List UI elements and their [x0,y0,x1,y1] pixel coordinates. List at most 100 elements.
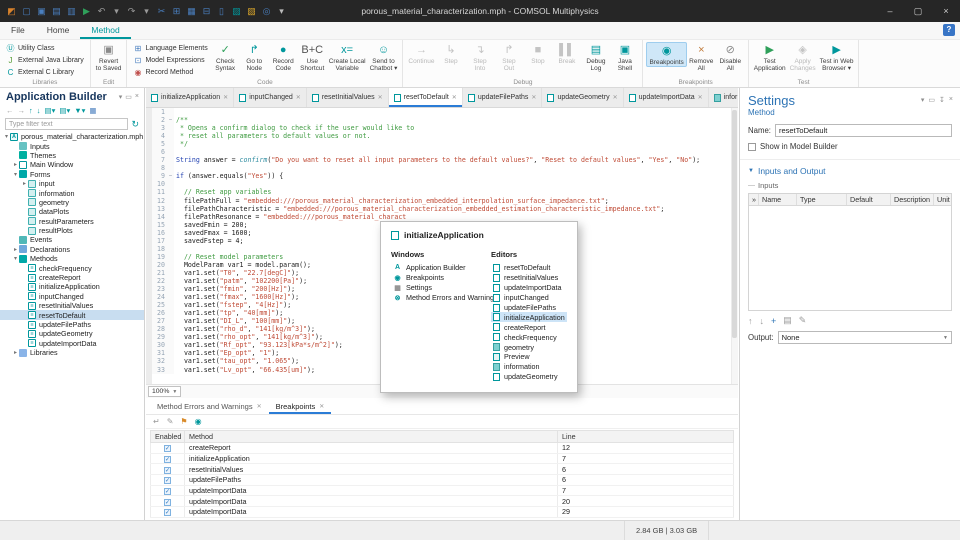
table-row[interactable]: ✓updateImportData29 [151,507,734,518]
test-application-button[interactable]: ▶Test Application [752,42,788,73]
add-input-icon[interactable]: + [771,316,776,326]
close-tab-icon[interactable]: ✕ [378,94,383,101]
collapse-arrow-icon[interactable]: ▾ [3,133,10,140]
refresh-icon[interactable]: ↻ [131,119,139,130]
table-row[interactable]: ✓updateImportData7 [151,485,734,496]
tree-item-inputchanged[interactable]: ≡inputChanged [0,292,144,301]
checkbox-checked-icon[interactable]: ✓ [164,477,171,484]
goto-source-icon[interactable]: ↵ [153,417,160,426]
table-row[interactable]: ✓updateImportData20 [151,496,734,507]
column-header-name[interactable]: Name [759,194,797,205]
expand-arrow-icon[interactable]: ▸ [12,349,19,356]
show-options-icon[interactable]: ▤▾ [45,106,56,115]
tree-item-information[interactable]: information [0,188,144,197]
model-builder-icon[interactable]: ▨ [230,0,243,22]
close-tab-icon[interactable]: ✕ [223,94,228,101]
window-settings[interactable]: ▦Settings [391,283,491,293]
edit-condition-icon[interactable]: ✎ [167,417,174,426]
expand-arrow-icon[interactable]: ▸ [21,180,28,187]
collapse-options-icon[interactable]: ▤▾ [59,106,70,115]
window-application-builder[interactable]: AApplication Builder [391,263,491,273]
tree-item-main-window[interactable]: ▸Main Window [0,160,144,169]
tree-item-geometry[interactable]: geometry [0,198,144,207]
editor-item-createreport[interactable]: createReport [491,322,567,332]
copy-icon[interactable]: ⊞ [170,0,183,22]
filter-input[interactable] [5,118,128,130]
expand-arrow-icon[interactable]: ▸ [12,161,19,168]
editor-tab-updategeometry[interactable]: updateGeometry✕ [542,88,623,107]
fold-marker-icon[interactable]: − [167,116,174,124]
disable-all-button[interactable]: ⊘Disable All [716,42,745,73]
checkbox-checked-icon[interactable]: ✓ [164,456,171,463]
zoom-extents-icon[interactable]: ◎ [260,0,273,22]
new-file-icon[interactable]: ▢ [20,0,33,22]
bottom-tab-breakpoints[interactable]: Breakpoints✕ [269,398,332,414]
ribbon-tab-method[interactable]: Method [80,22,130,39]
go-to-model-builder-icon[interactable]: ▦ [89,106,96,115]
table-row[interactable]: ✓updateFilePaths6 [151,475,734,486]
tree-item-inputs[interactable]: Inputs [0,141,144,150]
create-local-variable-button[interactable]: x=Create Local Variable [327,42,368,73]
table-row[interactable]: ✓createReport12 [151,443,734,454]
zoom-control[interactable]: 100% ▼ [148,386,181,397]
checkbox-checked-icon[interactable]: ✓ [164,499,171,506]
column-header-unit[interactable]: Unit [934,194,951,205]
remove-all-button[interactable]: ×Remove All [687,42,716,73]
save-icon[interactable]: ▤ [50,0,63,22]
ribbon-tab-home[interactable]: Home [36,22,81,39]
editor-tab-infor[interactable]: infor✕ [709,88,738,107]
float-settings-icon[interactable]: ▭ [928,96,935,104]
tree-item-porous-material-characterization-mph-root[interactable]: ▾Aporous_material_characterization.mph (… [0,132,144,141]
send-to-chatbot-button[interactable]: ☺Send to Chatbot ▾ [368,42,400,73]
window-method-errors[interactable]: ⊗Method Errors and Warnings [391,293,491,303]
checkbox-checked-icon[interactable]: ✓ [164,467,171,474]
scrollbar-thumb[interactable] [732,110,737,338]
help-button[interactable]: ? [943,24,955,36]
output-select[interactable]: None ▼ [778,331,952,344]
external-java-library-button[interactable]: JExternal Java Library [3,54,87,66]
filter-icon[interactable]: ▼▾ [74,106,85,115]
test-in-web-browser-button[interactable]: ▶Test in Web Browser ▾ [818,42,856,73]
close-button[interactable]: × [932,0,960,22]
editor-item-geometry[interactable]: geometry [491,342,567,352]
collapse-settings-icon[interactable]: ▾ [921,96,925,104]
method-name-field[interactable] [775,124,952,137]
duplicate-icon[interactable]: ⊟ [200,0,213,22]
table-row[interactable]: ✓initializeApplication7 [151,453,734,464]
show-in-model-builder-checkbox[interactable] [748,143,756,151]
undo-chevron-icon[interactable]: ▾ [110,0,123,22]
tree-item-resettodefault[interactable]: ≡resetToDefault [0,310,144,319]
editor-tab-resettodefault[interactable]: resetToDefault✕ [389,88,463,107]
collapse-panel-icon[interactable]: ▾ [119,93,123,101]
close-tab-icon[interactable]: ✕ [257,403,262,410]
column-header-type[interactable]: Type [797,194,847,205]
use-shortcut-button[interactable]: B+CUse Shortcut [298,42,327,73]
tree-item-declarations[interactable]: ▸Declarations [0,245,144,254]
editor-tab-initializeapplication[interactable]: initializeApplication✕ [146,88,234,107]
customize-icon[interactable]: ▾ [275,0,288,22]
tree-item-updateimportdata[interactable]: ≡updateImportData [0,339,144,348]
move-up-icon[interactable]: ↑ [29,106,33,115]
tree-item-checkfrequency[interactable]: ≡checkFrequency [0,263,144,272]
open-file-icon[interactable]: ▣ [35,0,48,22]
column-header-default[interactable]: Default [847,194,891,205]
checkbox-checked-icon[interactable]: ✓ [164,488,171,495]
tree-item-libraries[interactable]: ▸Libraries [0,348,144,357]
bottom-tab-method-errors-and-warnings[interactable]: Method Errors and Warnings✕ [150,398,269,414]
tree-item-dataplots[interactable]: dataPlots [0,207,144,216]
tree-item-methods[interactable]: ▾Methods [0,254,144,263]
close-tab-icon[interactable]: ✕ [613,94,618,101]
external-c-library-button[interactable]: CExternal C Library [3,66,87,78]
editor-item-resettodefault[interactable]: resetToDefault [491,263,567,273]
close-tab-icon[interactable]: ✕ [531,94,536,101]
checkbox-checked-icon[interactable]: ✓ [164,509,171,516]
tree-item-updategeometry[interactable]: ≡updateGeometry [0,329,144,338]
java-shell-button[interactable]: ▣Java Shell [610,42,639,73]
move-down-icon[interactable]: ↓ [37,106,41,115]
app-builder-icon[interactable]: ▧ [245,0,258,22]
enable-breakpoint-icon[interactable]: ⚑ [180,417,187,426]
pin-settings-icon[interactable]: ↧ [939,96,945,104]
forward-icon[interactable]: → [18,106,26,115]
tree-item-themes[interactable]: Themes [0,151,144,160]
tree-item-updatefilepaths[interactable]: ≡updateFilePaths [0,320,144,329]
